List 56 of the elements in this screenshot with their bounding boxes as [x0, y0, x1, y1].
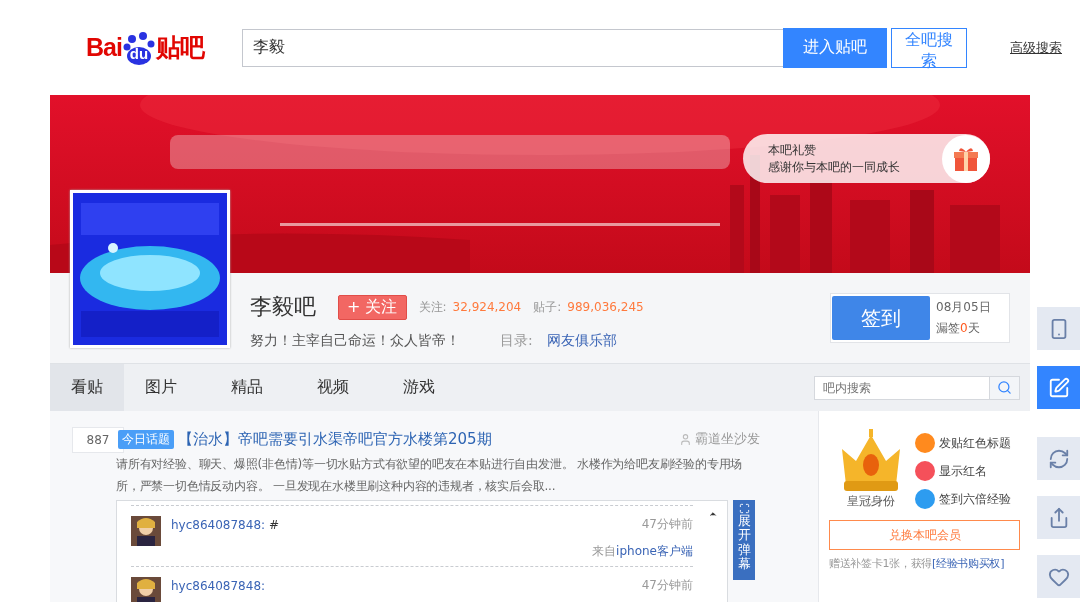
side-toolbar-button[interactable]: [1037, 366, 1080, 409]
directory-link[interactable]: 网友俱乐部: [546, 332, 617, 350]
perk-label: 发贴红色标题: [939, 434, 1011, 452]
forum-slogan: 努力！主宰自己命运！众人皆帝！: [250, 332, 460, 350]
side-toolbar-button[interactable]: [1037, 307, 1080, 350]
scroll-up-icon[interactable]: [708, 509, 718, 519]
side-toolbar-button[interactable]: [1037, 437, 1080, 480]
user-icon: [679, 432, 692, 446]
stat-value: 32,924,204: [452, 300, 522, 314]
crown-label: 皇冠身份: [847, 493, 895, 510]
edit-icon: [1047, 376, 1070, 399]
forum-tab[interactable]: 看贴: [50, 364, 124, 411]
follow-button[interactable]: + 关注: [338, 294, 407, 320]
stat-value: 989,036,245: [567, 300, 644, 314]
refresh-icon: [1047, 447, 1070, 470]
paw-icon: [122, 30, 155, 65]
side-toolbar-button[interactable]: [1037, 496, 1080, 539]
avatar: [131, 577, 161, 602]
missed-days: 漏签0天: [936, 318, 991, 339]
search-all-button[interactable]: 全吧搜索: [891, 27, 967, 68]
stat-label: 贴子:: [533, 298, 562, 316]
enter-forum-button[interactable]: 进入贴吧: [783, 27, 887, 68]
directory-label: 目录:: [500, 332, 533, 350]
expand-icon: [738, 503, 750, 514]
avatar: [131, 516, 161, 546]
post-summary: 请所有对经验、聊天、爆照(非色情)等一切水贴方式有欲望的吧友在本贴进行自由发泄。 水楼作为给吧友刷经验的专用场所，严禁一切色情反动内容。 一旦发现在水楼里刷这种内容的违规者，核实后会取...: [116, 456, 744, 495]
logo-text: 贴吧: [155, 32, 204, 63]
exp-book-link[interactable]: [经验书购买权]: [932, 557, 1005, 570]
stat-label: 关注:: [418, 298, 447, 316]
forum-name: 李毅吧: [250, 293, 316, 321]
reply-time: 47分钟前: [641, 577, 693, 594]
search-button[interactable]: [990, 375, 1020, 400]
danmaku-toggle-button[interactable]: 展开弹幕: [733, 500, 755, 580]
membership-note: 赠送补签卡1张，获得[经验书购买权]: [829, 556, 1006, 571]
reply-text: #: [269, 517, 280, 532]
sign-in-button[interactable]: 签到: [832, 296, 930, 340]
forum-search-field[interactable]: 吧内搜索: [814, 375, 990, 400]
search-icon: [997, 380, 1012, 395]
reply-time: 47分钟前: [641, 516, 693, 533]
search-field[interactable]: 李毅: [242, 28, 783, 67]
perk-label: 显示红名: [939, 462, 987, 480]
post-title[interactable]: 【治水】帝吧需要引水渠帝吧官方水楼第205期: [178, 429, 492, 449]
logo-text: du: [129, 44, 149, 62]
advanced-search-link[interactable]: 高级搜索: [1010, 38, 1062, 57]
topic-badge: 今日话题: [118, 429, 174, 449]
forum-tab[interactable]: 游戏: [382, 364, 456, 411]
reply-source: 来自 iphone客户端: [592, 543, 693, 560]
reply-username[interactable]: hyc864087848:: [171, 578, 266, 593]
sign-date: 08月05日: [936, 299, 991, 316]
reply-username[interactable]: hyc864087848:: [171, 517, 266, 532]
forum-tab[interactable]: 图片: [124, 364, 198, 411]
perk-label: 签到六倍经验: [939, 490, 1011, 508]
forum-tab[interactable]: 视频: [296, 364, 370, 411]
side-toolbar-button[interactable]: [1037, 555, 1080, 598]
forum-tab[interactable]: 精品: [210, 364, 284, 411]
logo-text: Bai: [86, 33, 122, 62]
